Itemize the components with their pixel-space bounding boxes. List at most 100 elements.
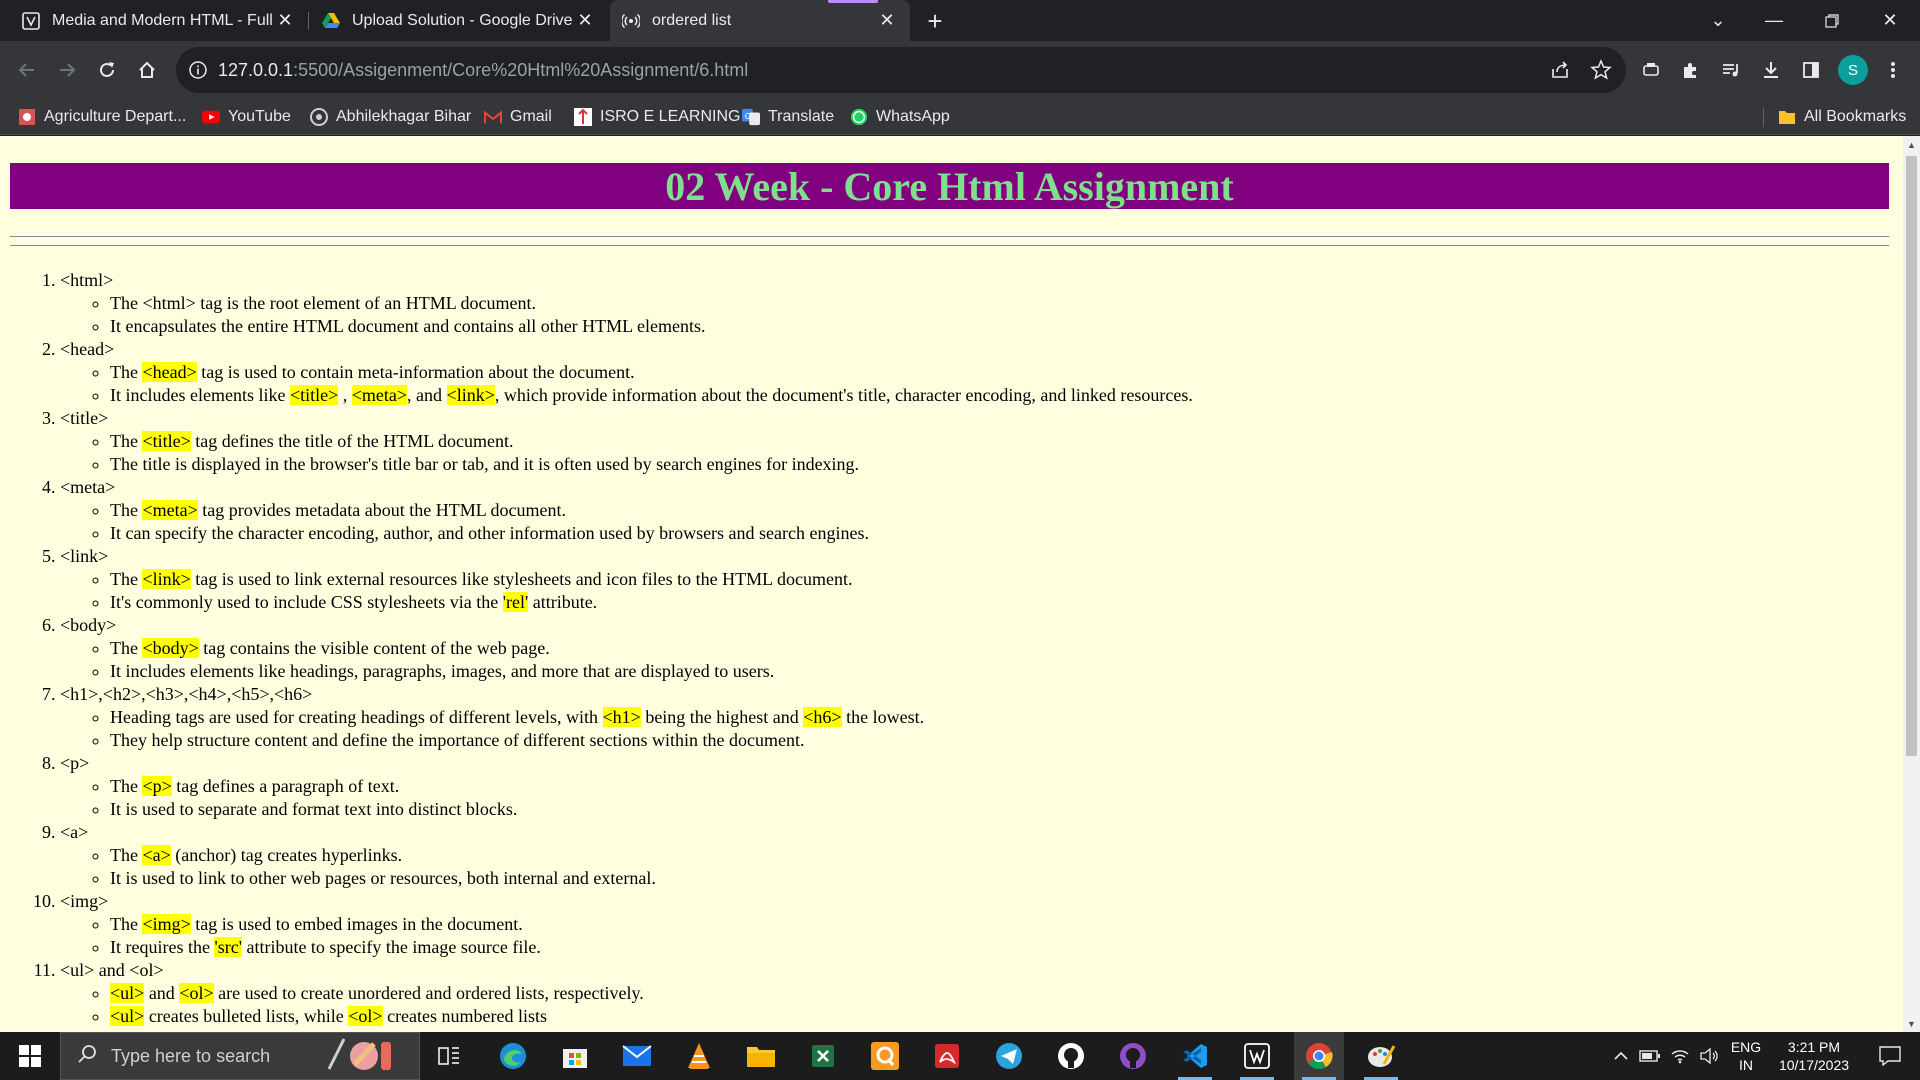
bookmark-gmail[interactable]: Gmail	[484, 105, 552, 129]
description-item: The <html> tag is the root element of an…	[110, 292, 1860, 315]
list-item: <link>The <link> tag is used to link ext…	[60, 545, 1860, 614]
url-text[interactable]: 127.0.0.1:5500/Assigenment/Core%20Html%2…	[218, 60, 748, 81]
vlc-icon[interactable]	[674, 1032, 724, 1080]
description-text: tag defines the title of the HTML docume…	[190, 431, 514, 451]
volume-icon[interactable]	[1696, 1032, 1724, 1080]
bookmark-abhilekhagar[interactable]: Abhilekhagar Bihar	[310, 105, 471, 129]
profile-avatar[interactable]: S	[1838, 55, 1868, 85]
github-desktop-icon[interactable]	[1108, 1032, 1158, 1080]
bookmark-translate[interactable]: G Translate	[742, 105, 834, 129]
home-icon[interactable]	[130, 53, 164, 87]
reload-icon[interactable]	[90, 53, 124, 87]
bookmark-whatsapp[interactable]: WhatsApp	[850, 105, 950, 129]
mail-icon[interactable]	[612, 1032, 662, 1080]
page-scrollbar[interactable]: ▲ ▼	[1903, 136, 1920, 1032]
close-icon[interactable]: ✕	[574, 10, 596, 32]
scroll-thumb[interactable]	[1906, 156, 1917, 756]
notification-icon[interactable]	[1870, 1032, 1910, 1080]
vscode-icon[interactable]	[1170, 1032, 1220, 1080]
description-text: The	[110, 569, 143, 589]
list-item: <p>The <p> tag defines a paragraph of te…	[60, 752, 1860, 821]
restore-button[interactable]	[1804, 0, 1860, 41]
page-banner: 02 Week - Core Html Assignment	[10, 163, 1889, 209]
page-title: 02 Week - Core Html Assignment	[665, 163, 1234, 209]
description-text: being the highest and	[640, 707, 804, 727]
tag-description-list: The <title> tag defines the title of the…	[110, 430, 1860, 476]
input-language[interactable]: ENG IN	[1728, 1038, 1764, 1074]
minimize-button[interactable]: —	[1746, 0, 1802, 41]
tag-description-list: The <html> tag is the root element of an…	[110, 292, 1860, 338]
whatsapp-icon	[850, 108, 868, 126]
bookmark-star-icon[interactable]	[1590, 59, 1612, 86]
close-icon[interactable]: ✕	[274, 10, 296, 32]
media-queue-icon[interactable]	[1714, 53, 1748, 87]
scroll-down-arrow-icon[interactable]: ▼	[1903, 1015, 1920, 1032]
description-text: creates numbered lists	[382, 1006, 548, 1026]
github-icon[interactable]	[1046, 1032, 1096, 1080]
description-text: tag is used to embed images in the docum…	[190, 914, 523, 934]
more-menu-icon[interactable]	[1876, 53, 1910, 87]
description-text: ,	[338, 385, 352, 405]
list-item: <meta>The <meta> tag provides metadata a…	[60, 476, 1860, 545]
site-info-icon[interactable]	[188, 60, 208, 85]
extensions-puzzle-icon[interactable]	[1674, 53, 1708, 87]
excel-icon[interactable]	[798, 1032, 848, 1080]
tag-name: <ul> and <ol>	[60, 960, 164, 980]
scroll-up-arrow-icon[interactable]: ▲	[1903, 136, 1920, 153]
taskbar-search-box[interactable]: Type here to search	[60, 1032, 420, 1080]
extension-icon[interactable]	[1634, 53, 1668, 87]
download-icon[interactable]	[1754, 53, 1788, 87]
microsoft-store-icon[interactable]	[550, 1032, 600, 1080]
windows-start-icon[interactable]	[0, 1032, 60, 1080]
wifi-icon[interactable]	[1666, 1032, 1694, 1080]
description-text: , and	[407, 385, 447, 405]
forward-arrow-icon[interactable]	[50, 53, 84, 87]
acrobat-icon[interactable]	[922, 1032, 972, 1080]
share-icon[interactable]	[1550, 60, 1570, 85]
tab-google-drive[interactable]: Upload Solution - Google Drive ✕	[310, 0, 608, 41]
bookmark-isro[interactable]: ISRO E LEARNING	[574, 105, 740, 129]
address-bar[interactable]: 127.0.0.1:5500/Assigenment/Core%20Html%2…	[176, 47, 1626, 93]
description-item: The <a> (anchor) tag creates hyperlinks.	[110, 844, 1860, 867]
bookmark-label: Abhilekhagar Bihar	[336, 108, 472, 125]
abhilekhagar-icon	[310, 108, 328, 126]
bookmark-label: ISRO E LEARNING	[600, 108, 741, 125]
show-hidden-icons-chevron-icon[interactable]	[1608, 1032, 1634, 1080]
edge-icon[interactable]	[488, 1032, 538, 1080]
bookmark-youtube[interactable]: YouTube	[202, 105, 291, 129]
paint-icon[interactable]	[1356, 1032, 1406, 1080]
system-clock[interactable]: 3:21 PM 10/17/2023	[1764, 1038, 1864, 1074]
file-explorer-icon[interactable]	[736, 1032, 786, 1080]
description-item: <ul> creates bulleted lists, while <ol> …	[110, 1005, 1860, 1028]
wordpress-like-icon[interactable]	[1232, 1032, 1282, 1080]
description-text: attribute to specify the image source fi…	[241, 937, 541, 957]
tab-media-html[interactable]: Media and Modern HTML - Full ✕	[10, 0, 308, 41]
new-tab-button[interactable]: +	[920, 6, 950, 36]
url-host: 127.0.0.1	[218, 60, 294, 80]
tab-search-chevron-icon[interactable]: ⌄	[1690, 0, 1746, 41]
description-text: The	[110, 776, 143, 796]
page-viewport: 02 Week - Core Html Assignment <html> The…	[0, 136, 1903, 1032]
highlighted-code: <h6>	[803, 707, 842, 727]
back-arrow-icon[interactable]	[10, 53, 44, 87]
chrome-icon[interactable]	[1294, 1032, 1344, 1080]
q-app-icon[interactable]	[860, 1032, 910, 1080]
bookmark-label: All Bookmarks	[1804, 108, 1907, 125]
tag-description-list: The <p> tag defines a paragraph of text.…	[110, 775, 1860, 821]
tag-description-list: The <img> tag is used to embed images in…	[110, 913, 1860, 959]
close-window-button[interactable]: ✕	[1862, 0, 1918, 41]
description-text: It can specify the character encoding, a…	[110, 523, 869, 543]
close-icon[interactable]: ✕	[876, 10, 898, 32]
telegram-icon[interactable]	[984, 1032, 1034, 1080]
agriculture-icon	[18, 108, 36, 126]
bookmark-agriculture[interactable]: Agriculture Depart...	[18, 105, 186, 129]
battery-icon[interactable]	[1636, 1032, 1664, 1080]
task-view-icon[interactable]	[424, 1032, 474, 1080]
tag-ordered-list: <html> The <html> tag is the root element…	[60, 269, 1860, 1028]
list-item: <img>The <img> tag is used to embed imag…	[60, 890, 1860, 959]
tag-description-list: <ul> and <ol> are used to create unorder…	[110, 982, 1860, 1028]
translate-icon: G	[742, 108, 760, 126]
tab-ordered-list[interactable]: ordered list ✕	[610, 0, 910, 41]
all-bookmarks[interactable]: All Bookmarks	[1778, 105, 1906, 129]
side-panel-icon[interactable]	[1794, 53, 1828, 87]
